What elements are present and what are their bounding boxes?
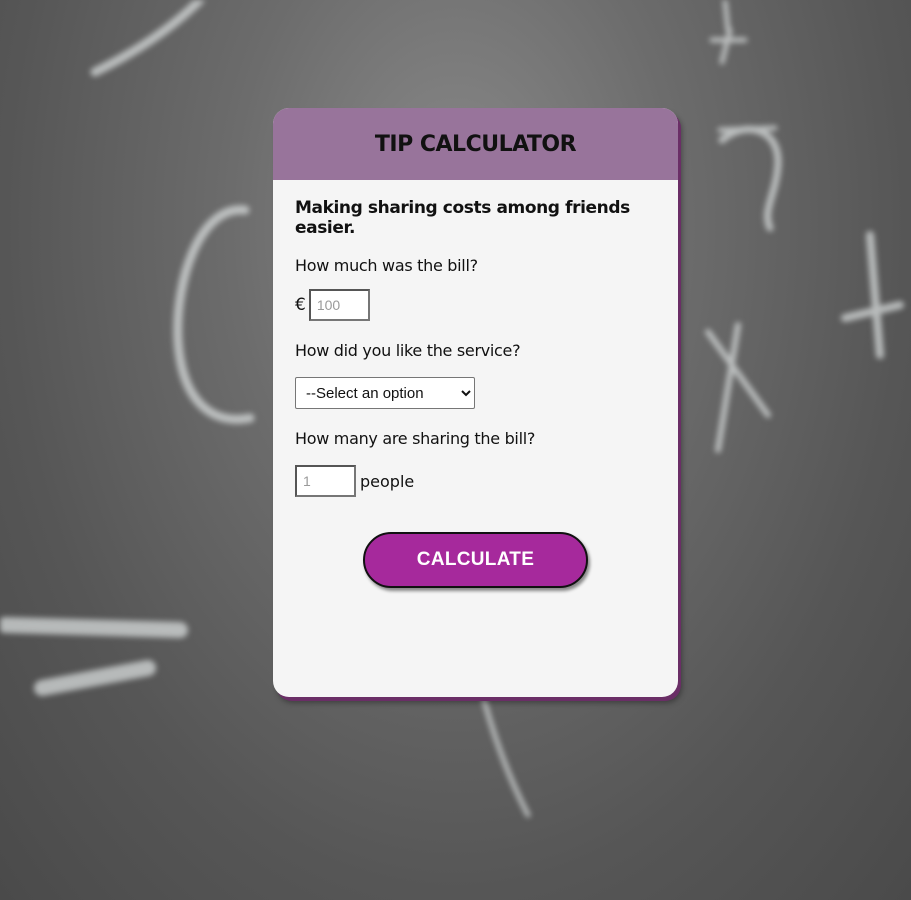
card-header: TIP CALCULATOR <box>273 108 678 180</box>
people-count-input[interactable] <box>295 465 356 497</box>
bill-input-row: € <box>295 289 656 321</box>
people-input-row: people <box>295 465 656 497</box>
calculate-button[interactable]: CALCULATE <box>363 532 588 588</box>
sharing-question-label: How many are sharing the bill? <box>295 429 536 448</box>
bill-amount-input[interactable] <box>308 289 370 321</box>
tip-calculator-card: TIP CALCULATOR Making sharing costs amon… <box>273 108 678 697</box>
service-rating-select[interactable]: --Select an option <box>295 377 475 409</box>
tagline: Making sharing costs among friends easie… <box>295 198 630 238</box>
service-question-label: How did you like the service? <box>295 341 521 360</box>
calculate-button-wrapper: CALCULATE <box>295 532 656 588</box>
card-body: Making sharing costs among friends easie… <box>273 180 678 588</box>
page-title: TIP CALCULATOR <box>374 131 577 157</box>
people-unit-label: people <box>360 471 415 491</box>
service-select-wrapper: --Select an option <box>295 377 656 409</box>
bill-question-label: How much was the bill? <box>295 256 478 275</box>
euro-symbol: € <box>295 295 306 315</box>
